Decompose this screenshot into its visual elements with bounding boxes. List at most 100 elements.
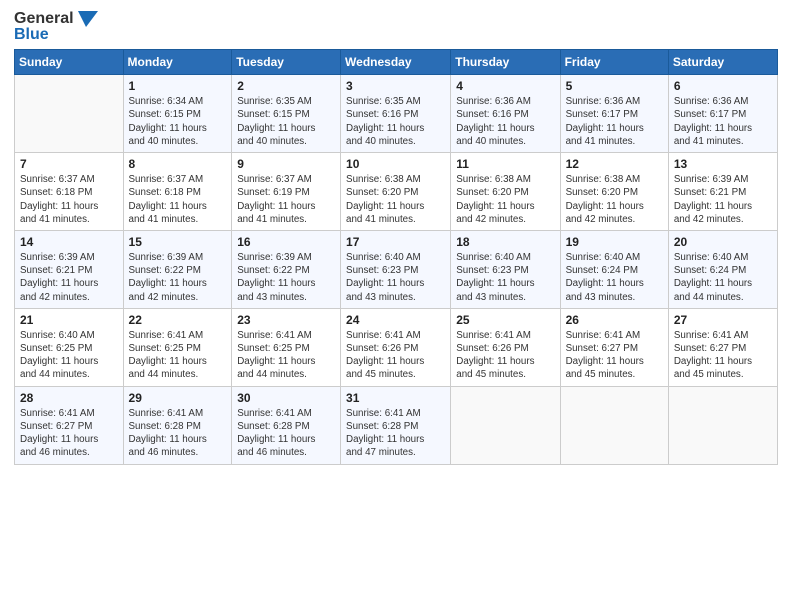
calendar-cell: 27 Sunrise: 6:41 AMSunset: 6:27 PMDayligh… [668, 308, 777, 386]
calendar-cell: 24 Sunrise: 6:41 AMSunset: 6:26 PMDayligh… [341, 308, 451, 386]
calendar-cell: 17 Sunrise: 6:40 AMSunset: 6:23 PMDayligh… [341, 230, 451, 308]
calendar-cell: 25 Sunrise: 6:41 AMSunset: 6:26 PMDayligh… [451, 308, 560, 386]
calendar-header-tuesday: Tuesday [232, 50, 341, 75]
calendar-week-row: 21 Sunrise: 6:40 AMSunset: 6:25 PMDayligh… [15, 308, 778, 386]
day-info: Sunrise: 6:39 AMSunset: 6:22 PMDaylight:… [129, 251, 227, 304]
day-info: Sunrise: 6:40 AMSunset: 6:25 PMDaylight:… [20, 329, 118, 382]
day-info: Sunrise: 6:38 AMSunset: 6:20 PMDaylight:… [346, 173, 445, 226]
calendar-cell: 14Sunrise: 6:39 AMSunset: 6:21 PMDayligh… [15, 230, 124, 308]
day-number: 22 [129, 313, 227, 327]
calendar-cell: 15 Sunrise: 6:39 AMSunset: 6:22 PMDayligh… [123, 230, 232, 308]
day-number: 31 [346, 391, 445, 405]
logo-text: General Blue [14, 10, 98, 43]
day-number: 19 [566, 235, 663, 249]
calendar-week-row: 28Sunrise: 6:41 AMSunset: 6:27 PMDayligh… [15, 386, 778, 464]
calendar-cell [15, 75, 124, 153]
calendar-week-row: 14Sunrise: 6:39 AMSunset: 6:21 PMDayligh… [15, 230, 778, 308]
day-info: Sunrise: 6:37 AMSunset: 6:18 PMDaylight:… [20, 173, 118, 226]
calendar-cell: 16 Sunrise: 6:39 AMSunset: 6:22 PMDayligh… [232, 230, 341, 308]
calendar-cell: 26 Sunrise: 6:41 AMSunset: 6:27 PMDayligh… [560, 308, 668, 386]
day-info: Sunrise: 6:36 AMSunset: 6:16 PMDaylight:… [456, 95, 554, 148]
day-number: 15 [129, 235, 227, 249]
calendar-header-wednesday: Wednesday [341, 50, 451, 75]
day-info: Sunrise: 6:34 AMSunset: 6:15 PMDaylight:… [129, 95, 227, 148]
day-number: 20 [674, 235, 772, 249]
day-number: 21 [20, 313, 118, 327]
day-number: 1 [129, 79, 227, 93]
day-info: Sunrise: 6:41 AMSunset: 6:28 PMDaylight:… [237, 407, 335, 460]
calendar-week-row: 7 Sunrise: 6:37 AMSunset: 6:18 PMDaylight… [15, 153, 778, 231]
day-number: 29 [129, 391, 227, 405]
calendar-cell: 1 Sunrise: 6:34 AMSunset: 6:15 PMDaylight… [123, 75, 232, 153]
day-info: Sunrise: 6:39 AMSunset: 6:21 PMDaylight:… [20, 251, 118, 304]
day-number: 18 [456, 235, 554, 249]
day-number: 11 [456, 157, 554, 171]
day-info: Sunrise: 6:40 AMSunset: 6:23 PMDaylight:… [346, 251, 445, 304]
day-number: 12 [566, 157, 663, 171]
calendar-cell: 7 Sunrise: 6:37 AMSunset: 6:18 PMDaylight… [15, 153, 124, 231]
calendar-cell: 22 Sunrise: 6:41 AMSunset: 6:25 PMDayligh… [123, 308, 232, 386]
calendar-cell: 30 Sunrise: 6:41 AMSunset: 6:28 PMDayligh… [232, 386, 341, 464]
calendar-cell: 4Sunrise: 6:36 AMSunset: 6:16 PMDaylight… [451, 75, 560, 153]
calendar-cell: 19 Sunrise: 6:40 AMSunset: 6:24 PMDayligh… [560, 230, 668, 308]
day-number: 7 [20, 157, 118, 171]
calendar-cell [668, 386, 777, 464]
day-info: Sunrise: 6:38 AMSunset: 6:20 PMDaylight:… [566, 173, 663, 226]
day-number: 25 [456, 313, 554, 327]
day-info: Sunrise: 6:37 AMSunset: 6:18 PMDaylight:… [129, 173, 227, 226]
calendar-header-row: SundayMondayTuesdayWednesdayThursdayFrid… [15, 50, 778, 75]
day-info: Sunrise: 6:41 AMSunset: 6:27 PMDaylight:… [566, 329, 663, 382]
day-number: 13 [674, 157, 772, 171]
calendar-cell: 29 Sunrise: 6:41 AMSunset: 6:28 PMDayligh… [123, 386, 232, 464]
day-info: Sunrise: 6:41 AMSunset: 6:25 PMDaylight:… [129, 329, 227, 382]
day-number: 3 [346, 79, 445, 93]
day-info: Sunrise: 6:41 AMSunset: 6:25 PMDaylight:… [237, 329, 335, 382]
calendar-cell: 2 Sunrise: 6:35 AMSunset: 6:15 PMDaylight… [232, 75, 341, 153]
calendar-cell: 6Sunrise: 6:36 AMSunset: 6:17 PMDaylight… [668, 75, 777, 153]
day-number: 6 [674, 79, 772, 93]
calendar-week-row: 1 Sunrise: 6:34 AMSunset: 6:15 PMDaylight… [15, 75, 778, 153]
day-info: Sunrise: 6:41 AMSunset: 6:26 PMDaylight:… [456, 329, 554, 382]
day-number: 30 [237, 391, 335, 405]
day-info: Sunrise: 6:41 AMSunset: 6:27 PMDaylight:… [674, 329, 772, 382]
calendar-cell: 8Sunrise: 6:37 AMSunset: 6:18 PMDaylight… [123, 153, 232, 231]
calendar-header-friday: Friday [560, 50, 668, 75]
day-number: 24 [346, 313, 445, 327]
day-number: 2 [237, 79, 335, 93]
calendar-cell: 21 Sunrise: 6:40 AMSunset: 6:25 PMDayligh… [15, 308, 124, 386]
day-info: Sunrise: 6:39 AMSunset: 6:21 PMDaylight:… [674, 173, 772, 226]
calendar-cell: 12 Sunrise: 6:38 AMSunset: 6:20 PMDayligh… [560, 153, 668, 231]
day-number: 17 [346, 235, 445, 249]
calendar-cell: 9 Sunrise: 6:37 AMSunset: 6:19 PMDaylight… [232, 153, 341, 231]
day-number: 5 [566, 79, 663, 93]
day-info: Sunrise: 6:40 AMSunset: 6:24 PMDaylight:… [566, 251, 663, 304]
calendar-cell: 13 Sunrise: 6:39 AMSunset: 6:21 PMDayligh… [668, 153, 777, 231]
calendar-table: SundayMondayTuesdayWednesdayThursdayFrid… [14, 49, 778, 464]
day-number: 9 [237, 157, 335, 171]
day-info: Sunrise: 6:37 AMSunset: 6:19 PMDaylight:… [237, 173, 335, 226]
calendar-cell: 3Sunrise: 6:35 AMSunset: 6:16 PMDaylight… [341, 75, 451, 153]
calendar-cell: 11 Sunrise: 6:38 AMSunset: 6:20 PMDayligh… [451, 153, 560, 231]
logo-blue: Blue [14, 26, 49, 44]
calendar-cell: 28Sunrise: 6:41 AMSunset: 6:27 PMDayligh… [15, 386, 124, 464]
calendar-header-sunday: Sunday [15, 50, 124, 75]
day-info: Sunrise: 6:41 AMSunset: 6:26 PMDaylight:… [346, 329, 445, 382]
day-number: 10 [346, 157, 445, 171]
day-number: 23 [237, 313, 335, 327]
calendar-cell [451, 386, 560, 464]
day-info: Sunrise: 6:40 AMSunset: 6:23 PMDaylight:… [456, 251, 554, 304]
logo: General Blue [14, 10, 98, 43]
calendar-header-thursday: Thursday [451, 50, 560, 75]
calendar-cell [560, 386, 668, 464]
day-number: 26 [566, 313, 663, 327]
day-info: Sunrise: 6:38 AMSunset: 6:20 PMDaylight:… [456, 173, 554, 226]
day-info: Sunrise: 6:39 AMSunset: 6:22 PMDaylight:… [237, 251, 335, 304]
day-info: Sunrise: 6:35 AMSunset: 6:15 PMDaylight:… [237, 95, 335, 148]
calendar-header-saturday: Saturday [668, 50, 777, 75]
day-number: 16 [237, 235, 335, 249]
day-number: 27 [674, 313, 772, 327]
calendar-cell: 5Sunrise: 6:36 AMSunset: 6:17 PMDaylight… [560, 75, 668, 153]
day-info: Sunrise: 6:41 AMSunset: 6:28 PMDaylight:… [129, 407, 227, 460]
calendar-cell: 20Sunrise: 6:40 AMSunset: 6:24 PMDayligh… [668, 230, 777, 308]
calendar-cell: 18 Sunrise: 6:40 AMSunset: 6:23 PMDayligh… [451, 230, 560, 308]
